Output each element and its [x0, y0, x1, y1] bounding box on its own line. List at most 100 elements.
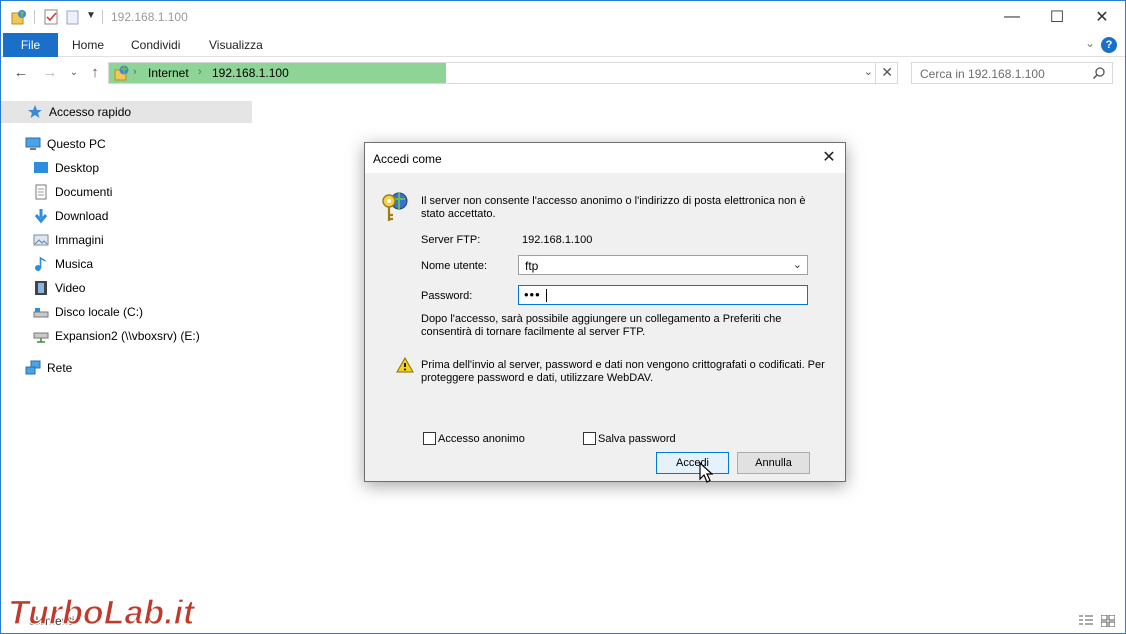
nav-item-accesso-rapido[interactable]: Accesso rapido — [1, 101, 252, 123]
dialog-title: Accedi come — [373, 152, 442, 166]
hard-drive-icon — [33, 308, 49, 318]
video-film-icon — [35, 281, 47, 295]
anonymous-checkbox[interactable] — [423, 432, 436, 445]
minimize-icon[interactable]: — — [989, 1, 1035, 33]
nav-item-documenti[interactable]: Documenti — [33, 181, 112, 203]
nav-label: Questo PC — [47, 137, 106, 151]
save-password-label: Salva password — [598, 433, 676, 445]
cancel-button[interactable]: Annulla — [737, 452, 810, 474]
nav-label: Desktop — [55, 161, 100, 175]
anonymous-label: Accesso anonimo — [438, 433, 525, 445]
save-password-checkbox[interactable] — [583, 432, 596, 445]
nav-item-download[interactable]: Download — [33, 205, 108, 227]
tab-condividi[interactable]: Condividi — [131, 33, 180, 57]
server-label: Server FTP: — [421, 234, 481, 246]
nav-item-questo-pc[interactable]: Questo PC — [25, 133, 106, 155]
nav-label: Download — [55, 209, 109, 223]
recent-locations-chevron-icon[interactable]: ⌄ — [65, 64, 83, 82]
network-drive-icon — [33, 332, 49, 343]
password-label: Password: — [421, 290, 473, 302]
nav-label: Video — [55, 281, 86, 295]
warning-text: Prima dell'invio al server, password e d… — [421, 359, 825, 384]
keys-globe-icon — [382, 192, 408, 221]
nav-label: Musica — [55, 257, 94, 271]
dialog-message: Il server non consente l'accesso anonimo… — [421, 195, 806, 220]
mouse-pointer-icon — [699, 462, 713, 483]
title-bar: ▼ 192.168.1.100 — ☐ ✕ — [1, 1, 1125, 33]
navigation-pane: Accesso rapido Questo PC Desktop Documen… — [1, 99, 253, 599]
forward-arrow-icon[interactable]: → — [41, 64, 59, 82]
nav-item-musica[interactable]: Musica — [33, 253, 93, 275]
nav-label: Immagini — [55, 233, 104, 247]
title-separator — [34, 10, 35, 24]
download-arrow-icon — [34, 209, 48, 224]
address-dropdown-icon[interactable]: ⌄ — [864, 65, 873, 78]
pictures-icon — [33, 234, 49, 246]
search-icon[interactable] — [1092, 66, 1106, 80]
navigation-bar: ← → ⌄ ↑ › Internet › 192.168.1.100 ⌄ ✕ C… — [1, 58, 1125, 90]
network-icon — [25, 360, 41, 375]
tab-file[interactable]: File — [3, 33, 58, 57]
expand-ribbon-chevron-icon[interactable]: ⌄ — [1085, 36, 1095, 50]
login-button[interactable]: Accedi — [656, 452, 729, 474]
star-icon — [28, 105, 42, 118]
username-dropdown-chevron-icon[interactable]: ⌄ — [793, 258, 802, 271]
breadcrumb-separator-icon: › — [198, 66, 202, 78]
dialog-title-bar: Accedi come ✕ — [365, 143, 845, 173]
dialog-close-icon[interactable]: ✕ — [819, 148, 839, 168]
details-view-icon[interactable] — [1079, 615, 1093, 627]
nav-item-disco-locale[interactable]: Disco locale (C:) — [33, 301, 143, 323]
ribbon-tabs: File Home Condividi Visualizza ⌄ ? — [1, 33, 1125, 57]
turbolab-watermark-logo: TurboLab.it — [7, 593, 196, 632]
customize-dropdown-icon[interactable]: ▼ — [86, 10, 96, 21]
svg-text:TurboLab.it: TurboLab.it — [8, 594, 196, 632]
breadcrumb-separator-icon: › — [133, 66, 137, 78]
new-folder-icon[interactable] — [65, 9, 81, 25]
warning-icon — [396, 357, 414, 373]
nav-label: Disco locale (C:) — [55, 305, 144, 319]
username-combobox[interactable]: ftp ⌄ — [518, 255, 808, 275]
address-divider — [875, 63, 876, 83]
address-bar[interactable]: › Internet › 192.168.1.100 ⌄ ✕ — [108, 62, 898, 84]
login-dialog: Accedi come ✕ Il server non consente l'a… — [364, 142, 846, 482]
help-icon[interactable]: ? — [1101, 37, 1117, 53]
window-title: 192.168.1.100 — [111, 10, 188, 24]
back-arrow-icon[interactable]: ← — [12, 64, 30, 82]
title-separator — [102, 10, 103, 24]
nav-item-expansion2[interactable]: Expansion2 (\\vboxsrv) (E:) — [33, 325, 200, 347]
nav-item-desktop[interactable]: Desktop — [33, 157, 99, 179]
username-label: Nome utente: — [421, 260, 488, 272]
close-icon[interactable]: ✕ — [1079, 1, 1125, 33]
tab-home[interactable]: Home — [72, 33, 104, 57]
search-placeholder: Cerca in 192.168.1.100 — [920, 67, 1045, 81]
view-toggle-group — [1079, 615, 1115, 627]
search-box[interactable]: Cerca in 192.168.1.100 — [911, 62, 1113, 84]
tab-visualizza[interactable]: Visualizza — [209, 33, 263, 57]
properties-check-icon[interactable] — [43, 9, 59, 25]
password-value: ••• — [524, 287, 541, 302]
password-field[interactable]: ••• — [518, 285, 808, 305]
documents-icon — [35, 184, 47, 200]
large-icons-view-icon[interactable] — [1101, 615, 1115, 627]
breadcrumb-internet[interactable]: Internet — [148, 66, 189, 80]
text-caret — [546, 289, 547, 302]
music-note-icon — [35, 256, 46, 271]
nav-label: Expansion2 (\\vboxsrv) (E:) — [55, 329, 200, 343]
breadcrumb-host[interactable]: 192.168.1.100 — [212, 66, 289, 80]
server-value: 192.168.1.100 — [522, 234, 593, 246]
computer-icon — [25, 137, 41, 150]
username-value: ftp — [525, 259, 539, 273]
stop-loading-icon[interactable]: ✕ — [881, 64, 893, 81]
nav-item-video[interactable]: Video — [33, 277, 85, 299]
nav-label: Documenti — [55, 185, 113, 199]
ftp-folder-icon[interactable] — [11, 9, 27, 25]
internet-globe-icon — [114, 65, 129, 81]
nav-item-immagini[interactable]: Immagini — [33, 229, 104, 251]
desktop-icon — [34, 162, 48, 173]
nav-label: Accesso rapido — [49, 105, 132, 119]
up-arrow-icon[interactable]: ↑ — [86, 64, 104, 82]
nav-label: Rete — [47, 361, 73, 375]
info-text: Dopo l'accesso, sarà possibile aggiunger… — [421, 313, 782, 338]
maximize-icon[interactable]: ☐ — [1034, 1, 1080, 33]
nav-item-rete[interactable]: Rete — [25, 357, 72, 379]
